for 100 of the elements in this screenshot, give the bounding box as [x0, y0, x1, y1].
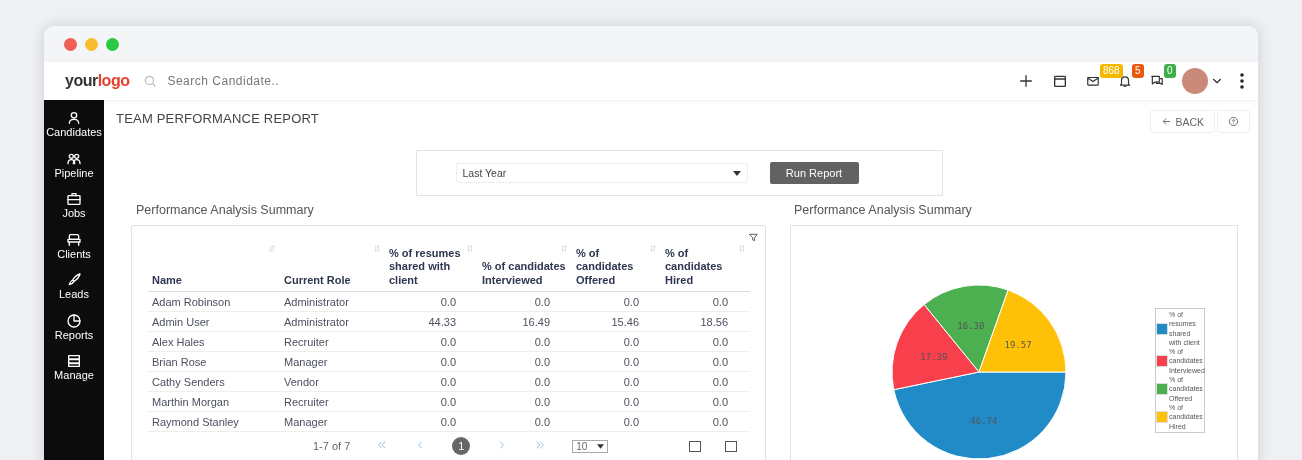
table-cell: 0.0 [385, 391, 478, 412]
page-title: TEAM PERFORMANCE REPORT [116, 111, 320, 126]
person-icon [66, 110, 82, 126]
legend-swatch [1156, 410, 1168, 423]
legend-swatch [1156, 355, 1168, 368]
column-header[interactable]: % of resumes shared with client [385, 236, 478, 292]
sort-icon [466, 244, 474, 253]
logo[interactable]: yourlogo [65, 72, 130, 90]
back-button[interactable]: BACK [1150, 110, 1215, 133]
slice-value-label: 17.39 [920, 352, 948, 362]
square-icon[interactable] [725, 440, 738, 452]
table-cell: 0.0 [572, 331, 661, 352]
nav-item[interactable]: Pipeline [44, 150, 104, 191]
table-cell: 0.0 [385, 371, 478, 392]
table-cell: Recruiter [280, 331, 385, 352]
table-cell: Administrator [280, 311, 385, 332]
table-cell: Marthin Morgan [148, 391, 280, 412]
sort-icon [649, 244, 657, 253]
sort-icon [373, 244, 381, 253]
table-cell: 16.49 [478, 311, 572, 332]
server-icon [66, 353, 82, 369]
bell-icon [1118, 73, 1132, 89]
table-cell: Manager [280, 351, 385, 372]
table-cell: 0.0 [478, 351, 572, 372]
count-badge: 5 [1132, 64, 1144, 78]
page-size-select[interactable]: 10 [572, 439, 609, 453]
nav-item[interactable]: Clients [44, 231, 104, 272]
caret-icon [597, 443, 605, 449]
legend-swatch [1156, 322, 1168, 335]
bell-button[interactable] [1118, 73, 1132, 89]
kebab-menu-icon [1240, 73, 1244, 89]
sort-icon [560, 244, 568, 253]
table-cell: 0.0 [661, 391, 750, 412]
slice-value-label: 46.74 [970, 415, 998, 426]
count-badge: 868 [1100, 64, 1123, 78]
more-button[interactable] [1240, 73, 1244, 89]
table-cell: 0.0 [572, 371, 661, 392]
close-button[interactable] [64, 37, 77, 51]
table-cell: 0.0 [478, 291, 572, 312]
table-cell: Adam Robinson [148, 291, 280, 312]
arrow-left-icon [1161, 116, 1173, 127]
table-cell: 0.0 [385, 291, 478, 312]
search-icon [143, 74, 158, 88]
nav-item[interactable]: Jobs [44, 191, 104, 232]
section-heading: Performance Analysis Summary [794, 203, 973, 217]
table-cell: Vendor [280, 371, 385, 392]
table-cell: 0.0 [385, 411, 478, 432]
help-icon [1228, 116, 1239, 127]
page-number[interactable]: 1 [452, 437, 471, 455]
sort-icon [268, 244, 276, 253]
table-cell: 0.0 [572, 291, 661, 312]
column-header[interactable]: Current Role [280, 236, 385, 292]
table-cell: 15.46 [572, 311, 661, 332]
run-report-button[interactable]: Run Report [769, 162, 859, 184]
period-select[interactable]: Last Year [455, 163, 748, 183]
table-cell: 0.0 [385, 331, 478, 352]
column-header[interactable]: Name [148, 236, 280, 292]
table-cell: 0.0 [478, 371, 572, 392]
table-cell: 0.0 [572, 351, 661, 372]
filter-icon [748, 232, 759, 243]
table-cell: 0.0 [661, 291, 750, 312]
count-badge: 0 [1164, 64, 1176, 78]
calendar-button[interactable] [1052, 73, 1068, 89]
sort-icon [738, 244, 746, 253]
table-cell: Cathy Senders [148, 371, 280, 392]
legend-swatch [1156, 383, 1168, 395]
table-cell: Administrator [280, 291, 385, 312]
table-cell: 44.33 [385, 311, 478, 332]
table-cell: 0.0 [478, 411, 572, 432]
nav-item[interactable]: Leads [44, 272, 104, 313]
table-cell: 0.0 [661, 371, 750, 392]
nav-item[interactable]: Manage [44, 353, 104, 394]
table-cell: 0.0 [572, 391, 661, 412]
section-heading: Performance Analysis Summary [136, 203, 315, 217]
calendar-icon [1052, 73, 1068, 89]
nav-item[interactable]: Reports [44, 312, 104, 353]
table-cell: 0.0 [572, 411, 661, 432]
add-button[interactable] [1018, 73, 1034, 89]
table-cell: Brian Rose [148, 351, 280, 372]
table-cell: Manager [280, 411, 385, 432]
pie-chart-icon [66, 312, 82, 329]
add-icon [1018, 73, 1034, 89]
slice-value-label: 16.30 [957, 320, 985, 331]
table-cell: 0.0 [478, 391, 572, 412]
table-cell: 0.0 [385, 351, 478, 372]
table-cell: 18.56 [661, 311, 750, 332]
table-cell: Admin User [148, 311, 280, 332]
column-header[interactable]: % of candidates Offered [572, 236, 661, 292]
double-chevron-right-icon [534, 439, 547, 451]
square-icon[interactable] [689, 440, 702, 452]
column-header[interactable]: % of candidates Interviewed [478, 236, 572, 292]
table-cell: 0.0 [661, 351, 750, 372]
briefcase-icon [66, 191, 82, 207]
table-cell: 0.0 [478, 331, 572, 352]
table-cell: Recruiter [280, 391, 385, 412]
column-header[interactable]: % of candidates Hired [661, 236, 750, 292]
table-cell: 0.0 [661, 411, 750, 432]
table-cell: Alex Hales [148, 331, 280, 352]
table-cell: 0.0 [661, 331, 750, 352]
nav-item[interactable]: Candidates [44, 110, 104, 151]
